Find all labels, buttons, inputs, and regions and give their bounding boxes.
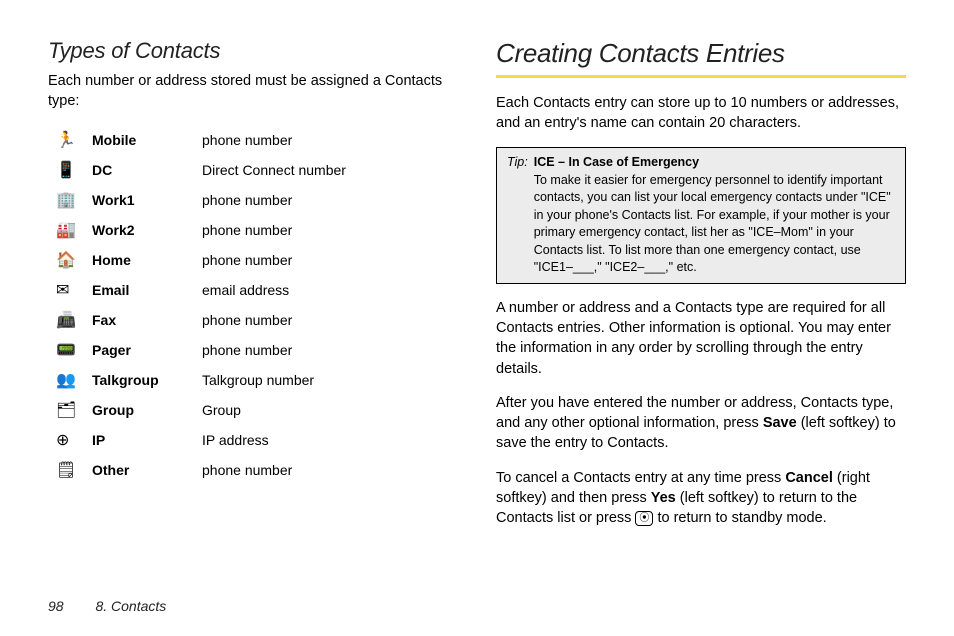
type-desc: email address xyxy=(202,282,289,298)
end-key-icon: ⦿ xyxy=(635,511,653,526)
talkgroup-icon: 👥 xyxy=(56,370,92,390)
page-number: 98 xyxy=(48,598,64,614)
right-column: Creating Contacts Entries Each Contacts … xyxy=(496,38,906,543)
type-label: IP xyxy=(92,432,202,448)
type-row: 📠 Fax phone number xyxy=(56,305,448,335)
tip-text: To make it easier for emergency personne… xyxy=(534,173,891,275)
type-desc: phone number xyxy=(202,312,292,328)
type-row: 👥 Talkgroup Talkgroup number xyxy=(56,365,448,395)
email-icon: ✉ xyxy=(56,280,92,300)
creating-heading: Creating Contacts Entries xyxy=(496,38,906,78)
pager-icon: 📟 xyxy=(56,340,92,360)
type-row: 📟 Pager phone number xyxy=(56,335,448,365)
types-table: 🏃 Mobile phone number 📱 DC Direct Connec… xyxy=(56,125,448,485)
type-label: Other xyxy=(92,462,202,478)
type-row: 🏢 Work1 phone number xyxy=(56,185,448,215)
fax-icon: 📠 xyxy=(56,310,92,330)
chapter-label: 8. Contacts xyxy=(95,598,166,614)
type-row: 🏠 Home phone number xyxy=(56,245,448,275)
dc-icon: 📱 xyxy=(56,160,92,180)
home-icon: 🏠 xyxy=(56,250,92,270)
type-desc: phone number xyxy=(202,252,292,268)
tip-prefix: Tip: xyxy=(507,154,528,277)
save-label: Save xyxy=(763,415,797,431)
cancel-label: Cancel xyxy=(785,470,833,486)
type-desc: Group xyxy=(202,402,241,418)
type-label: Work1 xyxy=(92,192,202,208)
text: to return to standby mode. xyxy=(653,510,826,526)
type-desc: phone number xyxy=(202,192,292,208)
para-required: A number or address and a Contacts type … xyxy=(496,298,906,379)
para-save: After you have entered the number or add… xyxy=(496,393,906,454)
yes-label: Yes xyxy=(651,490,676,506)
types-heading: Types of Contacts xyxy=(48,38,448,64)
type-label: Talkgroup xyxy=(92,372,202,388)
type-desc: phone number xyxy=(202,132,292,148)
type-row: ⊕ IP IP address xyxy=(56,425,448,455)
type-desc: Talkgroup number xyxy=(202,372,314,388)
type-label: Pager xyxy=(92,342,202,358)
tip-box: Tip: ICE – In Case of Emergency To make … xyxy=(496,147,906,284)
type-row: 🗒 Other phone number xyxy=(56,455,448,485)
type-label: Home xyxy=(92,252,202,268)
tip-title: ICE – In Case of Emergency xyxy=(534,155,699,169)
work2-icon: 🏭 xyxy=(56,220,92,240)
group-icon: 🗂 xyxy=(56,400,92,420)
type-label: Work2 xyxy=(92,222,202,238)
type-label: Mobile xyxy=(92,132,202,148)
creating-intro: Each Contacts entry can store up to 10 n… xyxy=(496,94,906,133)
text: To cancel a Contacts entry at any time p… xyxy=(496,470,785,486)
tip-body: ICE – In Case of Emergency To make it ea… xyxy=(534,154,895,277)
type-label: Fax xyxy=(92,312,202,328)
type-row: 🗂 Group Group xyxy=(56,395,448,425)
left-column: Types of Contacts Each number or address… xyxy=(48,38,448,543)
mobile-icon: 🏃 xyxy=(56,130,92,150)
ip-icon: ⊕ xyxy=(56,430,92,450)
page-footer: 98 8. Contacts xyxy=(48,598,166,614)
type-desc: phone number xyxy=(202,222,292,238)
type-desc: IP address xyxy=(202,432,269,448)
type-label: DC xyxy=(92,162,202,178)
types-intro: Each number or address stored must be as… xyxy=(48,72,448,111)
type-desc: phone number xyxy=(202,342,292,358)
type-label: Email xyxy=(92,282,202,298)
type-row: ✉ Email email address xyxy=(56,275,448,305)
other-icon: 🗒 xyxy=(56,460,92,480)
work1-icon: 🏢 xyxy=(56,190,92,210)
type-desc: Direct Connect number xyxy=(202,162,346,178)
type-label: Group xyxy=(92,402,202,418)
type-row: 🏭 Work2 phone number xyxy=(56,215,448,245)
para-cancel: To cancel a Contacts entry at any time p… xyxy=(496,468,906,529)
type-row: 📱 DC Direct Connect number xyxy=(56,155,448,185)
type-row: 🏃 Mobile phone number xyxy=(56,125,448,155)
type-desc: phone number xyxy=(202,462,292,478)
